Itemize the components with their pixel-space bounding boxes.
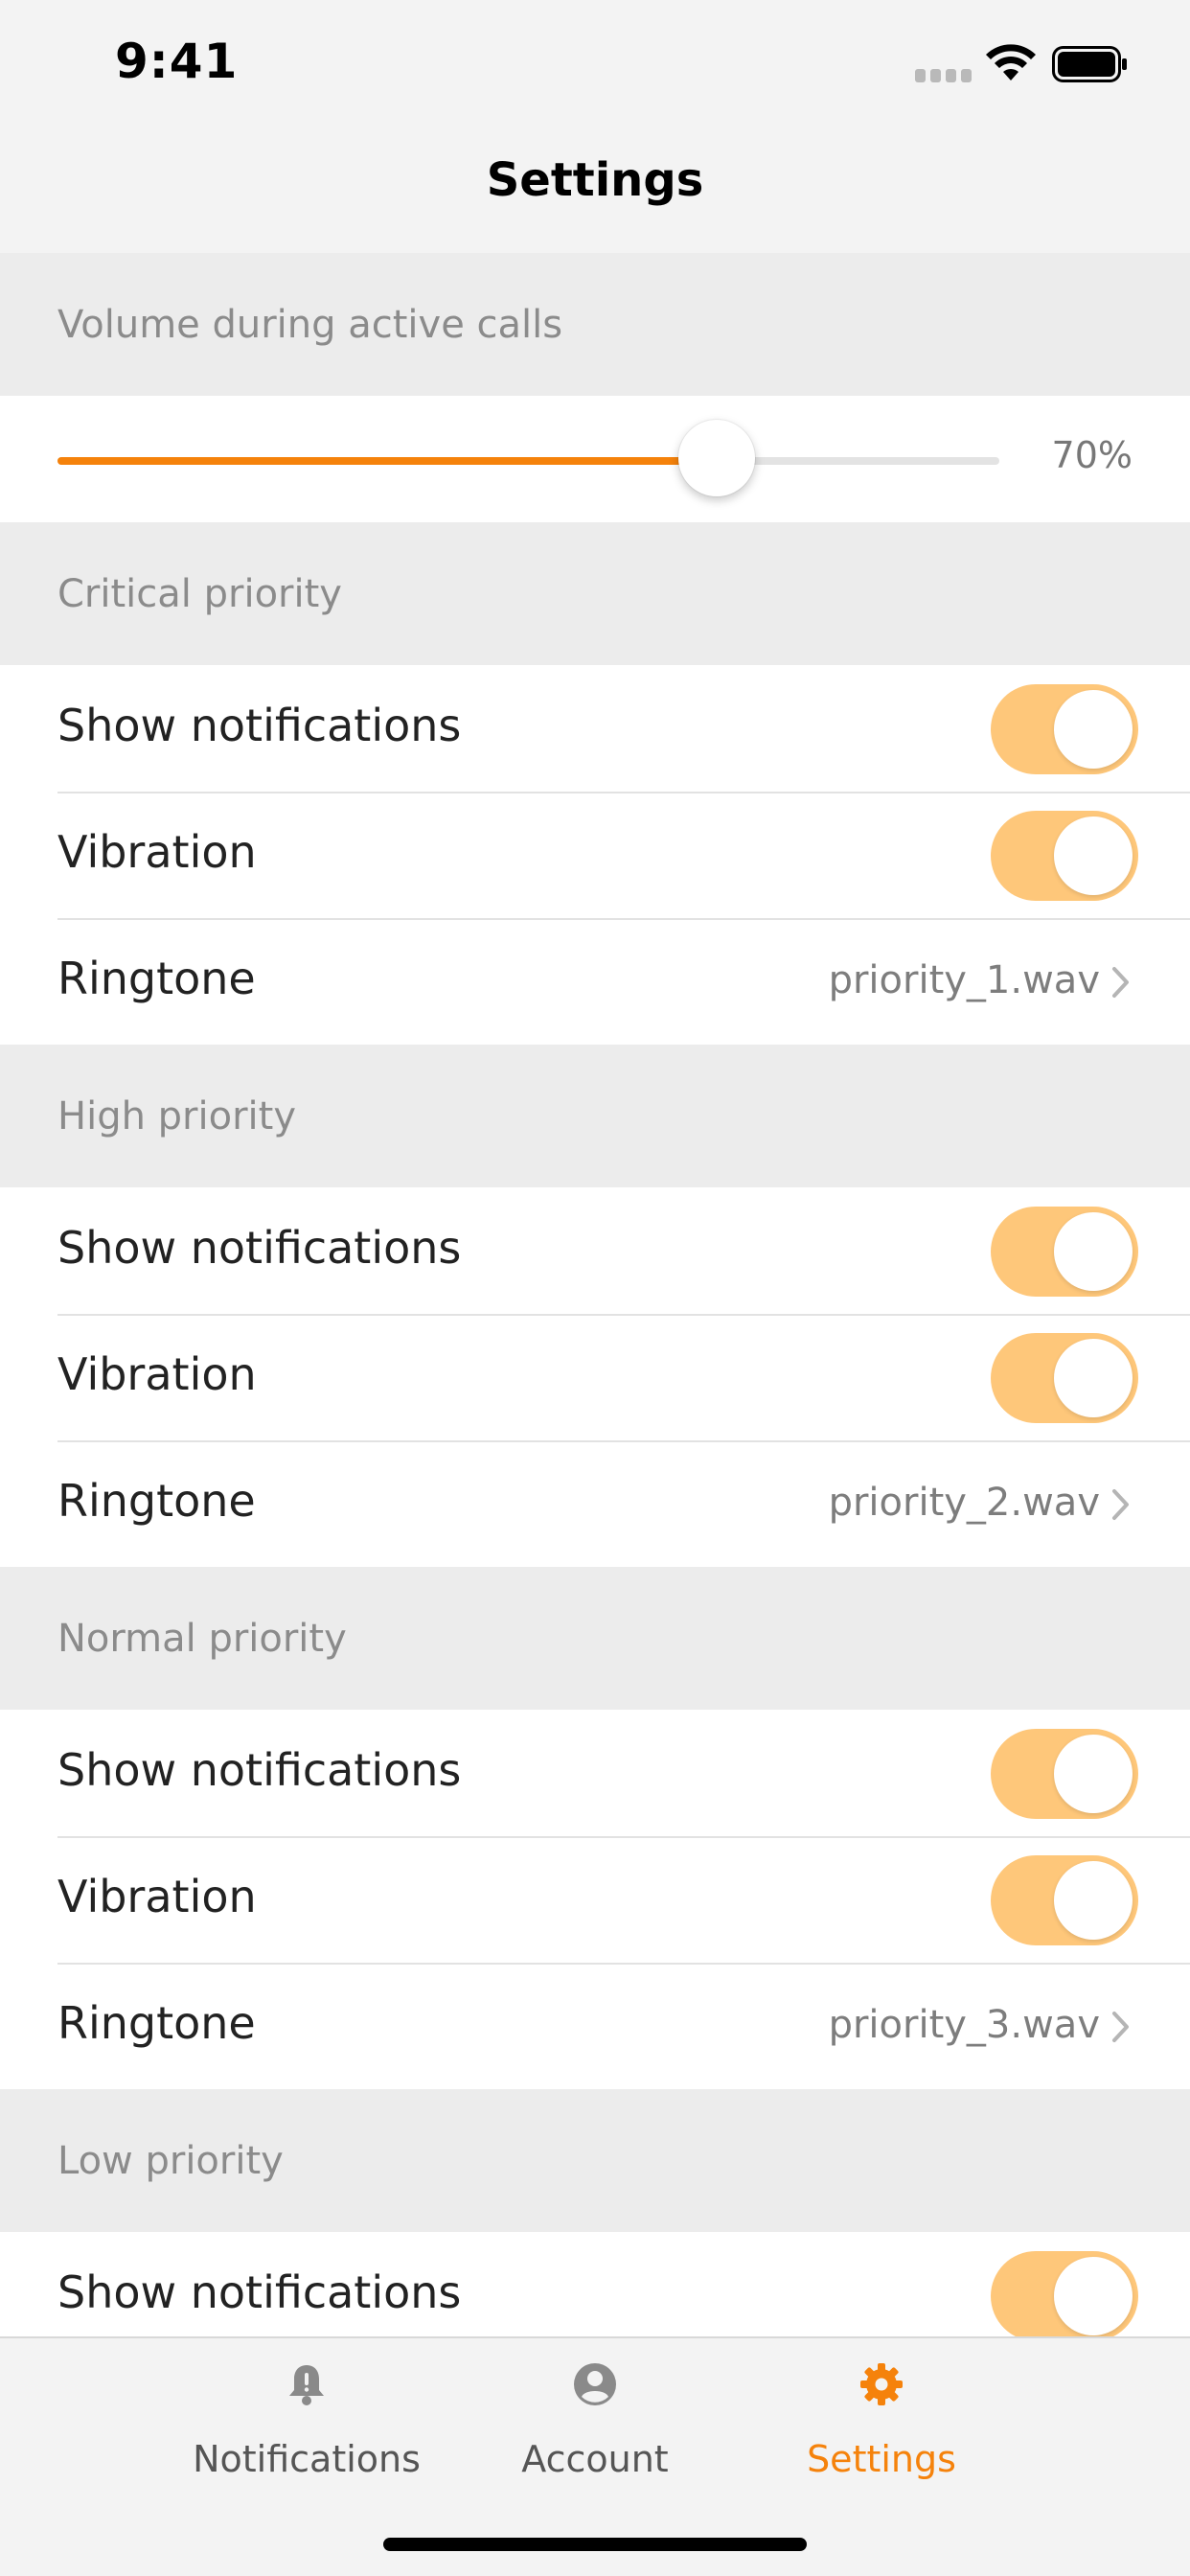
home-indicator <box>383 2538 807 2551</box>
normal-priority-group: Show notifications Vibration Ringtone pr… <box>0 1710 1190 2089</box>
volume-slider-row: 70% <box>0 396 1190 522</box>
ringtone-value: priority_2.wav <box>828 1481 1100 1525</box>
ringtone-row[interactable]: Ringtone priority_3.wav <box>0 1963 1190 2089</box>
row-label: Show notifications <box>57 700 462 751</box>
tab-settings[interactable]: Settings <box>738 2338 1025 2530</box>
section-header-high: High priority <box>0 1045 1190 1187</box>
chevron-right-icon <box>1112 967 1129 998</box>
tab-notifications[interactable]: Notifications <box>163 2338 450 2530</box>
row-label: Ringtone <box>57 1997 256 2049</box>
vibration-row: Vibration <box>0 792 1190 918</box>
chevron-right-icon <box>1112 2012 1129 2042</box>
status-time: 9:41 <box>115 34 239 89</box>
toggle-knob <box>1054 816 1133 895</box>
toggle-knob <box>1054 1735 1133 1813</box>
row-label: Vibration <box>57 826 257 878</box>
row-label: Show notifications <box>57 1744 462 1796</box>
ringtone-value: priority_3.wav <box>828 2003 1100 2047</box>
chevron-right-icon <box>1112 1489 1129 1520</box>
show-notifications-row: Show notifications <box>0 1710 1190 1836</box>
settings-list[interactable]: Volume during active calls 70% Critical … <box>0 253 1190 2336</box>
page-title: Settings <box>486 153 704 207</box>
toggle-knob <box>1054 1212 1133 1291</box>
vibration-toggle[interactable] <box>991 1855 1138 1945</box>
volume-value: 70% <box>1051 434 1133 476</box>
volume-slider-thumb[interactable] <box>678 420 756 496</box>
ringtone-row[interactable]: Ringtone priority_1.wav <box>0 918 1190 1045</box>
tab-label: Notifications <box>193 2438 421 2480</box>
toggle-knob <box>1054 2257 1133 2335</box>
volume-slider-fill <box>57 457 718 465</box>
cellular-signal-icon <box>915 69 973 82</box>
section-header-low: Low priority <box>0 2089 1190 2232</box>
section-header-critical: Critical priority <box>0 522 1190 665</box>
wifi-icon <box>986 44 1036 80</box>
show-notifications-toggle[interactable] <box>991 1207 1138 1297</box>
tab-label: Settings <box>807 2438 956 2480</box>
section-header-label: Low priority <box>57 2138 284 2183</box>
critical-priority-group: Show notifications Vibration Ringtone pr… <box>0 665 1190 1045</box>
ringtone-value: priority_1.wav <box>828 958 1100 1002</box>
vibration-row: Vibration <box>0 1836 1190 1963</box>
show-notifications-row: Show notifications <box>0 1187 1190 1314</box>
tab-label: Account <box>521 2438 669 2480</box>
gear-icon <box>860 2363 903 2405</box>
account-icon <box>574 2363 616 2405</box>
section-header-label: High priority <box>57 1093 296 1138</box>
row-label: Show notifications <box>57 1222 462 1274</box>
show-notifications-row: Show notifications <box>0 2232 1190 2336</box>
row-label: Ringtone <box>57 1475 256 1527</box>
status-bar: 9:41 <box>0 0 1190 129</box>
high-priority-group: Show notifications Vibration Ringtone pr… <box>0 1187 1190 1567</box>
show-notifications-toggle[interactable] <box>991 2251 1138 2336</box>
show-notifications-row: Show notifications <box>0 665 1190 792</box>
row-label: Vibration <box>57 1348 257 1400</box>
vibration-row: Vibration <box>0 1314 1190 1440</box>
tab-account[interactable]: Account <box>451 2338 739 2530</box>
toggle-knob <box>1054 1339 1133 1417</box>
section-header-volume: Volume during active calls <box>0 253 1190 396</box>
section-header-label: Volume during active calls <box>57 302 563 347</box>
section-header-normal: Normal priority <box>0 1567 1190 1710</box>
show-notifications-toggle[interactable] <box>991 1729 1138 1819</box>
low-priority-group: Show notifications <box>0 2232 1190 2336</box>
volume-slider-track[interactable] <box>57 457 999 465</box>
section-header-label: Critical priority <box>57 571 342 616</box>
row-label: Vibration <box>57 1871 257 1922</box>
show-notifications-toggle[interactable] <box>991 684 1138 774</box>
toggle-knob <box>1054 690 1133 769</box>
bell-icon <box>289 2365 324 2405</box>
battery-icon <box>1052 46 1127 82</box>
vibration-toggle[interactable] <box>991 1333 1138 1423</box>
row-label: Show notifications <box>57 2266 462 2318</box>
row-label: Ringtone <box>57 953 256 1004</box>
vibration-toggle[interactable] <box>991 811 1138 901</box>
section-header-label: Normal priority <box>57 1616 347 1661</box>
toggle-knob <box>1054 1861 1133 1940</box>
ringtone-row[interactable]: Ringtone priority_2.wav <box>0 1440 1190 1567</box>
